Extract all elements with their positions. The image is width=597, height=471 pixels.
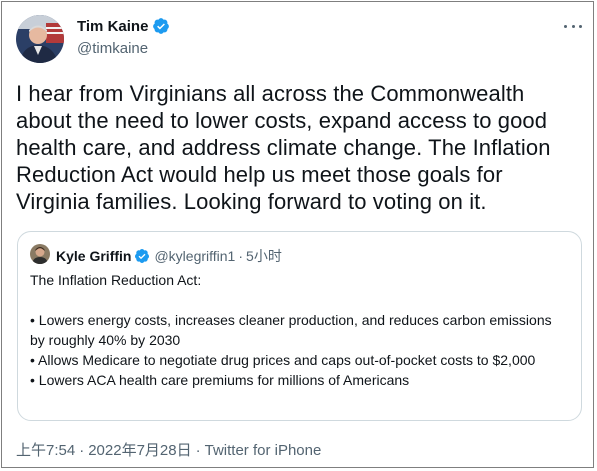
quoted-line-blank	[30, 290, 570, 310]
author-avatar[interactable]	[16, 15, 64, 63]
verified-badge-icon	[153, 18, 170, 34]
tweet-card: Tim Kaine @timkaine I hear from Virginia…	[1, 1, 594, 468]
tweet-source[interactable]: Twitter for iPhone	[205, 442, 322, 459]
tweet-meta: 上午7:54 · 2022年7月28日 · Twitter for iPhone	[16, 439, 321, 460]
quoted-verified-badge-icon	[135, 249, 150, 263]
quoted-line: • Allows Medicare to negotiate drug pric…	[30, 352, 536, 368]
quoted-author-handle[interactable]: @kylegriffin1	[154, 248, 235, 264]
quoted-time[interactable]: 5小时	[246, 246, 282, 266]
quoted-text: The Inflation Reduction Act: • Lowers en…	[30, 270, 570, 390]
quoted-tweet[interactable]: Kyle Griffin @kylegriffin1 · 5小时 The Inf…	[17, 231, 582, 421]
tweet-text: I hear from Virginians all across the Co…	[16, 81, 551, 214]
quoted-line: • Lowers ACA health care premiums for mi…	[30, 372, 410, 388]
quoted-line: The Inflation Reduction Act:	[30, 272, 202, 288]
tweet-date[interactable]: 2022年7月28日	[88, 442, 191, 459]
author-name[interactable]: Tim Kaine	[77, 18, 148, 35]
separator-dot: ·	[79, 442, 85, 459]
author-handle[interactable]: @timkaine	[77, 40, 148, 57]
separator-dot: ·	[238, 248, 244, 264]
quoted-line: • Lowers energy costs, increases cleaner…	[30, 312, 552, 348]
quoted-author-name[interactable]: Kyle Griffin	[56, 248, 131, 264]
separator-dot: ·	[195, 442, 201, 459]
quoted-author-avatar[interactable]	[30, 244, 50, 264]
tweet-time[interactable]: 上午7:54	[16, 442, 75, 459]
more-options-icon[interactable]	[564, 21, 582, 31]
